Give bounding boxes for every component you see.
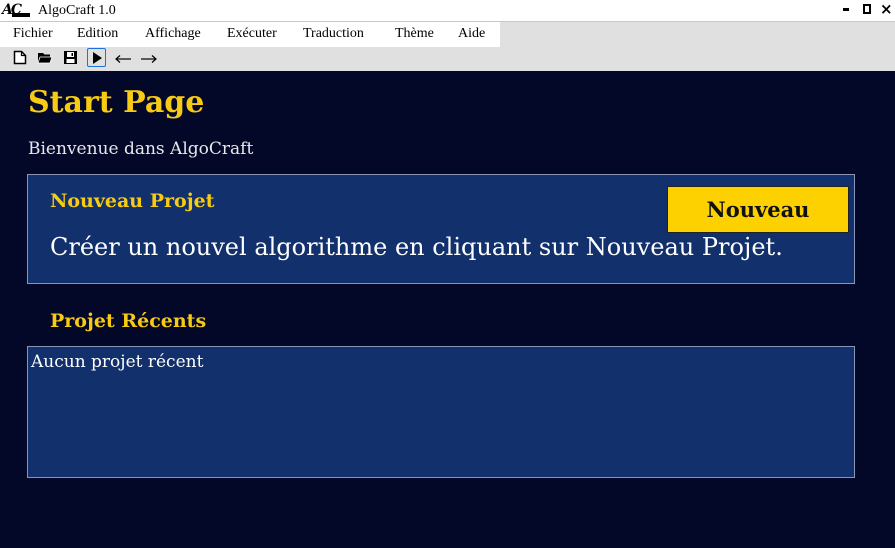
new-project-description: Créer un nouvel algorithme en cliquant s… — [50, 233, 783, 261]
recent-projects-list[interactable]: Aucun projet récent — [27, 346, 855, 478]
recent-projects-empty-text: Aucun projet récent — [31, 352, 204, 372]
save-icon — [64, 51, 77, 64]
undo-arrow-icon — [114, 54, 131, 63]
menu-edition[interactable]: Edition — [77, 26, 118, 42]
page-title: Start Page — [28, 85, 205, 120]
menu-theme[interactable]: Thème — [395, 26, 434, 42]
new-file-button[interactable] — [10, 48, 29, 67]
undo-button[interactable] — [113, 48, 132, 67]
new-project-button[interactable]: Nouveau — [667, 186, 849, 233]
window-title: AlgoCraft 1.0 — [38, 3, 116, 18]
toolbar — [0, 47, 895, 71]
new-project-panel: Nouveau Projet Créer un nouvel algorithm… — [27, 174, 855, 284]
maximize-icon[interactable] — [862, 4, 872, 14]
run-icon — [92, 51, 102, 64]
open-folder-icon — [36, 52, 53, 63]
save-button[interactable] — [61, 48, 80, 67]
title-bar: AC AlgoCraft 1.0 × — [0, 0, 895, 22]
menu-affichage[interactable]: Affichage — [145, 26, 201, 42]
run-button[interactable] — [87, 48, 106, 67]
open-folder-button[interactable] — [35, 48, 54, 67]
app-logo-icon: AC — [2, 0, 30, 20]
menu-executer[interactable]: Exécuter — [227, 26, 277, 42]
redo-button[interactable] — [139, 48, 158, 67]
menu-aide[interactable]: Aide — [458, 26, 485, 42]
recent-projects-heading: Projet Récents — [50, 310, 207, 332]
new-project-heading: Nouveau Projet — [50, 190, 215, 212]
menu-traduction[interactable]: Traduction — [303, 26, 364, 42]
redo-arrow-icon — [140, 54, 157, 63]
minimize-icon[interactable] — [842, 4, 852, 14]
menu-bar-filler — [500, 22, 895, 47]
new-file-icon — [13, 50, 26, 65]
close-icon[interactable]: × — [880, 2, 893, 17]
menu-fichier[interactable]: Fichier — [13, 26, 53, 42]
welcome-text: Bienvenue dans AlgoCraft — [28, 139, 254, 159]
menu-bar: Fichier Edition Affichage Exécuter Tradu… — [0, 22, 500, 47]
